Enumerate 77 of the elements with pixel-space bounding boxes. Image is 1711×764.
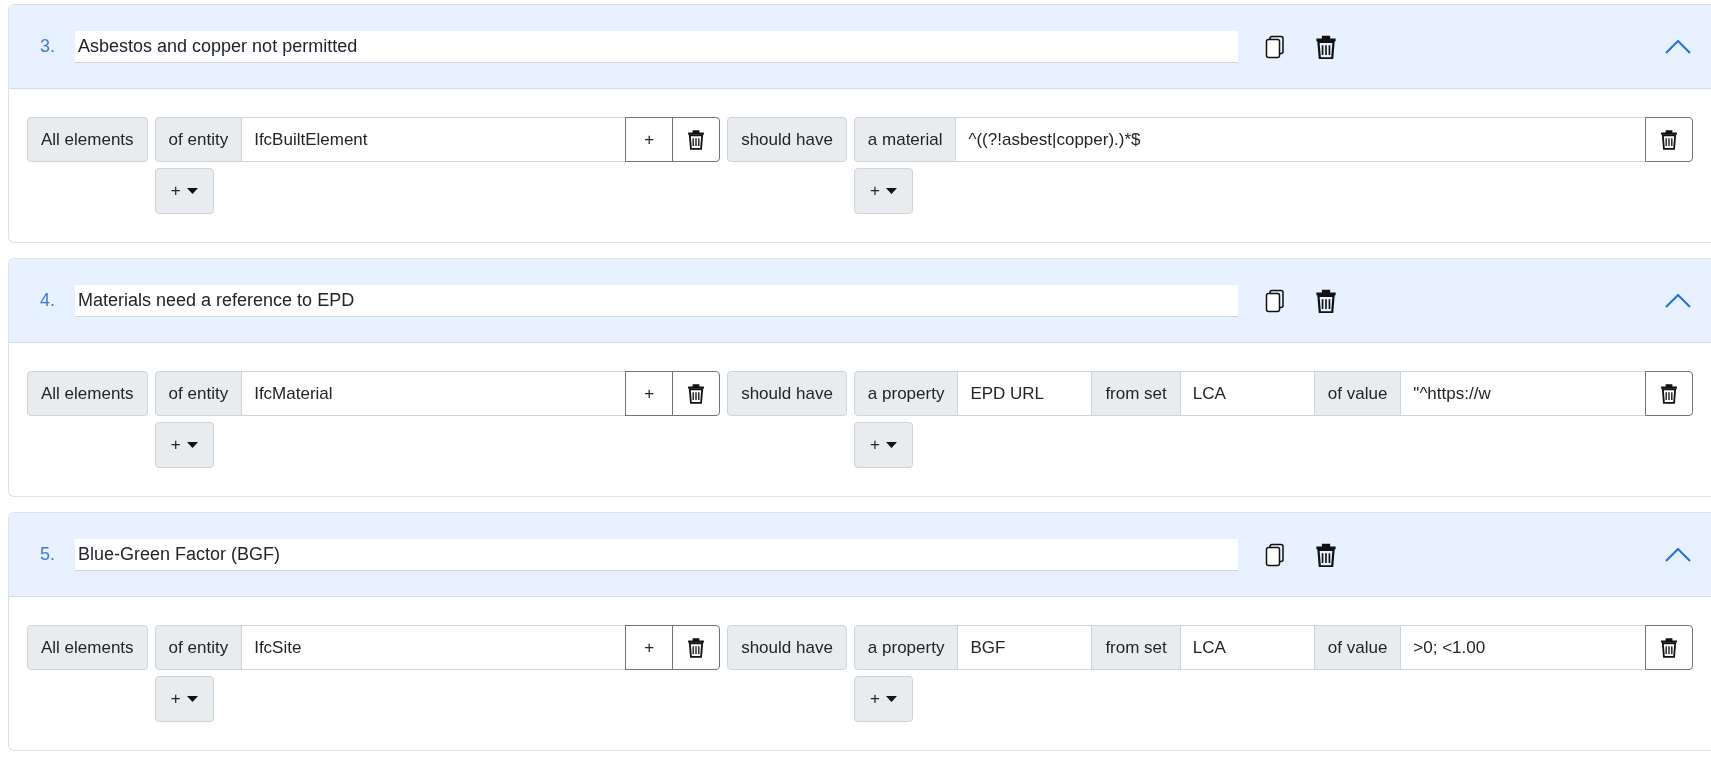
delete-button[interactable] bbox=[672, 117, 721, 162]
trash-icon bbox=[1660, 129, 1678, 150]
caret-icon bbox=[885, 696, 897, 702]
trash-icon bbox=[1315, 541, 1337, 568]
rule-number: 4. bbox=[40, 290, 56, 311]
requirement-label: should have bbox=[727, 117, 847, 162]
add-button[interactable]: + bbox=[625, 371, 674, 416]
delete-button[interactable] bbox=[1315, 33, 1337, 60]
add-dropdown-button[interactable]: + bbox=[853, 676, 913, 722]
applicability-label: All elements bbox=[27, 117, 148, 162]
value-field[interactable]: ^((?!asbest|copper).)*$ bbox=[955, 117, 1646, 162]
add-button[interactable]: + bbox=[625, 117, 674, 162]
delete-button[interactable] bbox=[1315, 287, 1337, 314]
caret-icon bbox=[186, 188, 198, 194]
delete-button[interactable] bbox=[672, 371, 721, 416]
rule-title-field[interactable]: Blue-Green Factor (BGF) bbox=[75, 538, 1238, 571]
entity-field[interactable]: IfcMaterial bbox=[241, 371, 627, 416]
delete-button[interactable] bbox=[672, 625, 721, 670]
value-field[interactable]: LCA bbox=[1179, 625, 1315, 670]
delete-button[interactable] bbox=[1315, 541, 1337, 568]
add-dropdown-button[interactable]: + bbox=[853, 422, 913, 468]
facet-label: a property bbox=[853, 371, 959, 416]
trash-icon bbox=[1315, 287, 1337, 314]
facet-label: of entity bbox=[154, 371, 243, 416]
value-field[interactable]: >0; <1.00 bbox=[1400, 625, 1646, 670]
rule-number: 3. bbox=[40, 36, 56, 57]
trash-icon bbox=[687, 637, 706, 658]
facet-label: a property bbox=[853, 625, 959, 670]
copy-icon bbox=[1265, 542, 1285, 567]
caret-icon bbox=[885, 442, 897, 448]
facet-label: of value bbox=[1313, 371, 1402, 416]
requirement-label: should have bbox=[727, 371, 847, 416]
add-dropdown-button[interactable]: + bbox=[853, 168, 913, 214]
copy-icon bbox=[1265, 288, 1285, 313]
copy-icon bbox=[1265, 34, 1285, 59]
delete-button[interactable] bbox=[1645, 625, 1693, 670]
add-dropdown-button[interactable]: + bbox=[154, 676, 214, 722]
trash-icon bbox=[1660, 383, 1678, 404]
rule-number: 5. bbox=[40, 544, 56, 565]
facet-label: from set bbox=[1091, 371, 1181, 416]
add-button[interactable]: + bbox=[625, 625, 674, 670]
rule-title-field[interactable]: Asbestos and copper not permitted bbox=[75, 30, 1238, 63]
collapse-button[interactable] bbox=[1665, 39, 1691, 54]
add-dropdown-button[interactable]: + bbox=[154, 422, 214, 468]
add-dropdown-button[interactable]: + bbox=[154, 168, 214, 214]
copy-button[interactable] bbox=[1265, 288, 1285, 313]
value-field[interactable]: LCA bbox=[1179, 371, 1315, 416]
caret-icon bbox=[186, 442, 198, 448]
trash-icon bbox=[687, 129, 706, 150]
trash-icon bbox=[1660, 637, 1678, 658]
trash-icon bbox=[687, 383, 706, 404]
value-field[interactable]: EPD URL bbox=[957, 371, 1093, 416]
chevron-up-icon bbox=[1665, 547, 1691, 562]
facet-label: of value bbox=[1313, 625, 1402, 670]
caret-icon bbox=[186, 696, 198, 702]
chevron-up-icon bbox=[1665, 39, 1691, 54]
applicability-label: All elements bbox=[27, 371, 148, 416]
delete-button[interactable] bbox=[1645, 371, 1693, 416]
facet-label: from set bbox=[1091, 625, 1181, 670]
delete-button[interactable] bbox=[1645, 117, 1693, 162]
facet-label: a material bbox=[853, 117, 957, 162]
entity-field[interactable]: IfcSite bbox=[241, 625, 627, 670]
trash-icon bbox=[1315, 33, 1337, 60]
facet-label: of entity bbox=[154, 625, 243, 670]
applicability-label: All elements bbox=[27, 625, 148, 670]
entity-field[interactable]: IfcBuiltElement bbox=[241, 117, 627, 162]
copy-button[interactable] bbox=[1265, 542, 1285, 567]
value-field[interactable]: BGF bbox=[957, 625, 1093, 670]
caret-icon bbox=[885, 188, 897, 194]
value-field[interactable]: "^https://w bbox=[1400, 371, 1646, 416]
requirement-label: should have bbox=[727, 625, 847, 670]
collapse-button[interactable] bbox=[1665, 293, 1691, 308]
collapse-button[interactable] bbox=[1665, 547, 1691, 562]
facet-label: of entity bbox=[154, 117, 243, 162]
chevron-up-icon bbox=[1665, 293, 1691, 308]
rule-title-field[interactable]: Materials need a reference to EPD bbox=[75, 284, 1238, 317]
copy-button[interactable] bbox=[1265, 34, 1285, 59]
